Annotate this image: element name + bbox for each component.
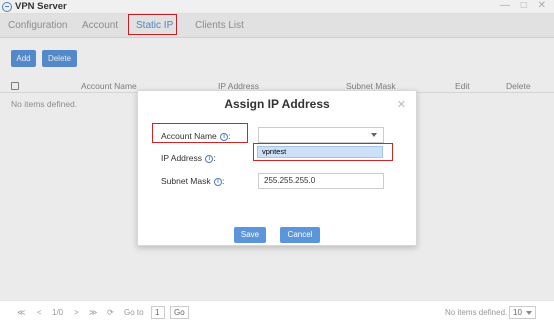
page-size-select[interactable]: 10	[509, 306, 536, 319]
assign-ip-dialog: Assign IP Address ✕ Account Name i: IP A…	[137, 90, 417, 246]
subnet-mask-label-text: Subnet Mask	[161, 176, 211, 186]
first-page-icon[interactable]: ≪	[17, 308, 25, 317]
close-icon[interactable]: ✕	[397, 98, 406, 111]
go-button[interactable]: Go	[170, 306, 189, 319]
account-name-highlight	[152, 123, 248, 143]
subnet-mask-input[interactable]: 255.255.255.0	[258, 173, 384, 189]
goto-label: Go to	[124, 308, 144, 317]
save-button[interactable]: Save	[234, 227, 266, 243]
last-page-icon[interactable]: ≫	[89, 308, 97, 317]
info-icon[interactable]: i	[214, 178, 222, 186]
vpntest-option-highlight	[253, 143, 393, 161]
prev-page-icon[interactable]: <	[37, 308, 42, 317]
page-info: 1/0	[52, 308, 64, 317]
chevron-down-icon	[526, 311, 532, 315]
vpn-app-icon	[2, 2, 12, 12]
ip-address-label-text: IP Address	[161, 153, 202, 163]
window-controls[interactable]: — □ ✕	[500, 0, 550, 11]
goto-page-input[interactable]: 1	[151, 306, 165, 319]
account-name-select[interactable]	[258, 127, 384, 143]
refresh-icon[interactable]: ⟳	[107, 308, 114, 317]
title-bar: VPN Server — □ ✕	[0, 0, 554, 14]
dialog-title: Assign IP Address	[224, 97, 330, 111]
info-icon[interactable]: i	[205, 155, 214, 163]
chevron-down-icon	[371, 133, 377, 137]
page-size-value: 10	[513, 308, 522, 317]
next-page-icon[interactable]: >	[74, 308, 79, 317]
ip-address-label: IP Address i:	[161, 153, 216, 163]
subnet-mask-label: Subnet Mask i:	[161, 176, 225, 186]
items-status: No items defined.	[445, 308, 508, 317]
window-title: VPN Server	[15, 1, 67, 12]
pagination-bar: ≪ < 1/0 > ≫ ⟳ Go to 1 Go No items define…	[0, 300, 554, 322]
cancel-button[interactable]: Cancel	[280, 227, 320, 243]
